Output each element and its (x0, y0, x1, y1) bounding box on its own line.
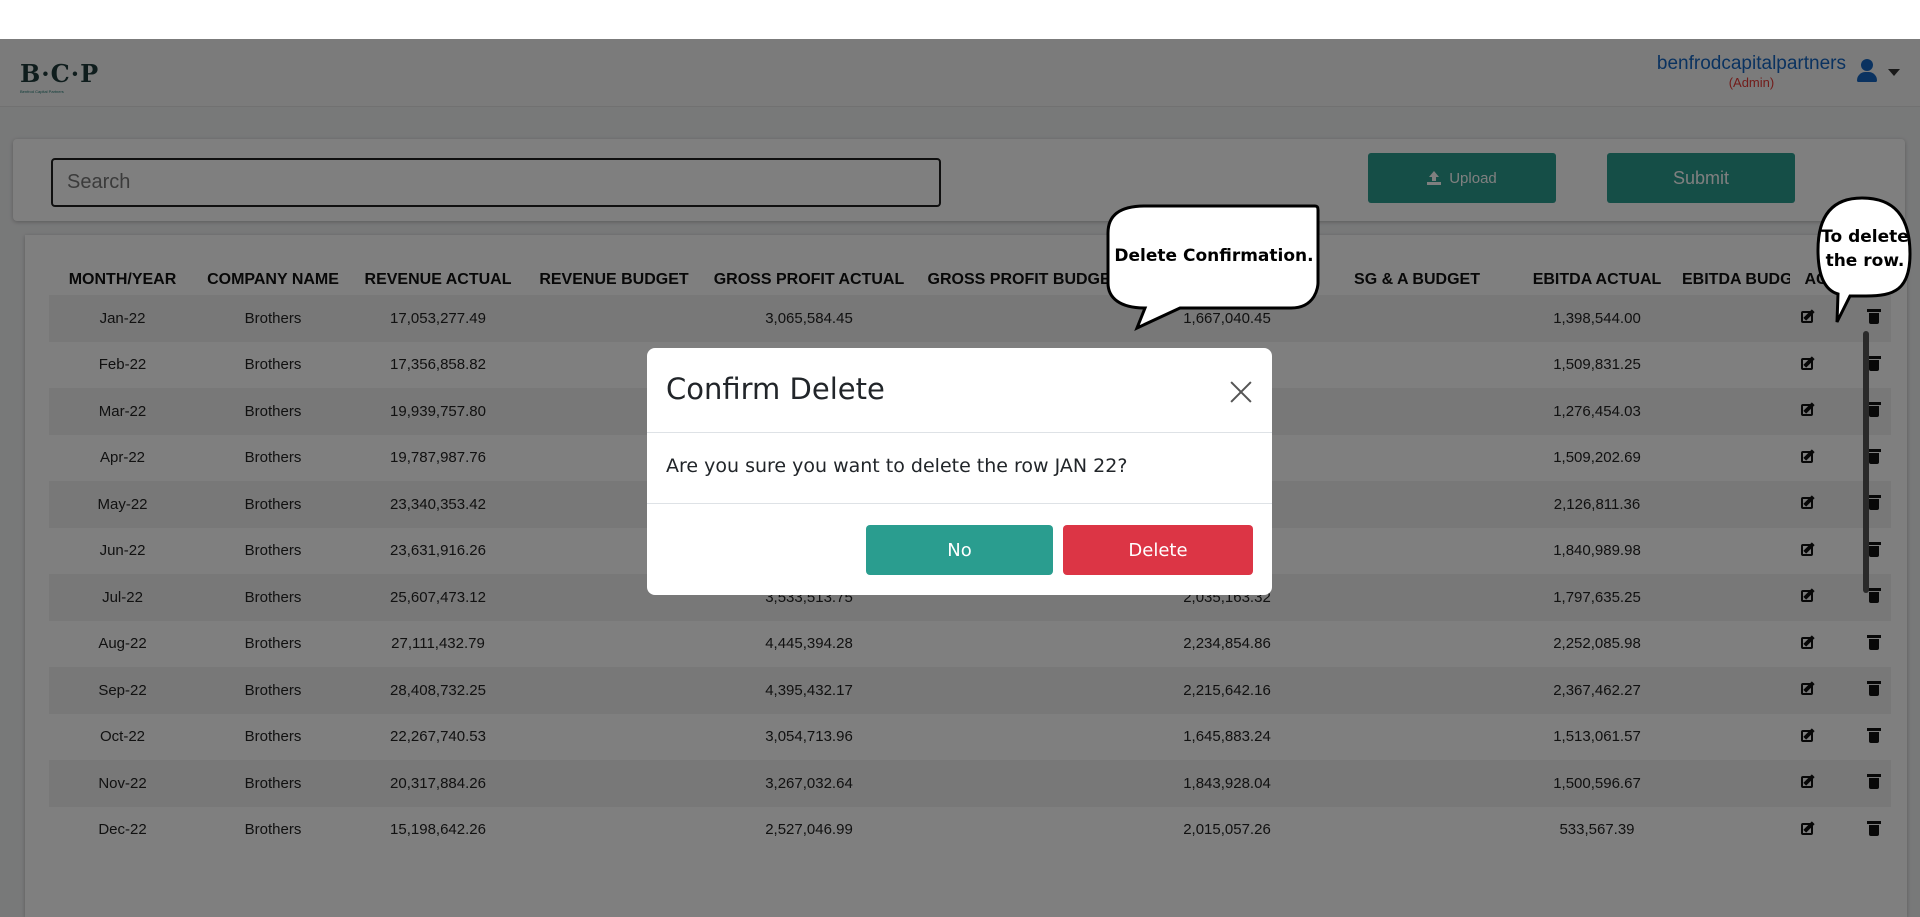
delete-row-callout-line2: the row. (1825, 251, 1905, 271)
delete-row-callout: To delete the row. (1820, 225, 1910, 273)
page: B·C·P Benfrod Capital Partners benfrodca… (0, 0, 1920, 917)
callout-bubbles (1106, 196, 1912, 331)
delete-confirmation-callout: Delete Confirmation. (1114, 246, 1314, 266)
delete-row-callout-line1: To delete (1821, 227, 1909, 247)
delete-confirmation-bubble (1106, 204, 1320, 331)
